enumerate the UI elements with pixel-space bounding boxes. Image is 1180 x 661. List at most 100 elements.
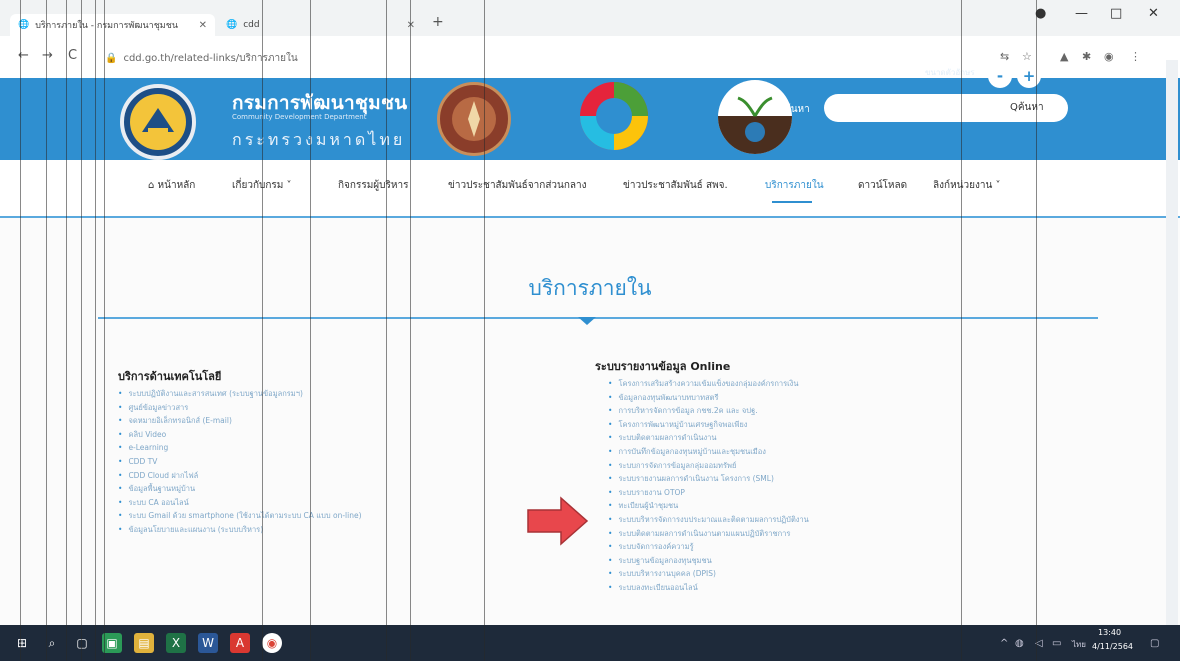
menu-icon[interactable]: ⋮ (1130, 50, 1141, 63)
font-decrease-button[interactable]: - (988, 64, 1012, 88)
drive-icon[interactable]: ▲ (1060, 50, 1068, 63)
home-icon: ⌂ (148, 180, 155, 191)
nav-home[interactable]: ⌂ หน้าหลัก (148, 178, 195, 193)
world-soil-day-logo (718, 80, 792, 154)
list-item[interactable]: ระบบรายงาน OTOP (608, 486, 1028, 500)
scan-line (20, 0, 21, 661)
scan-line (66, 0, 67, 661)
font-size-label: ขนาดตัวอักษร (925, 68, 975, 77)
active-nav-indicator (772, 201, 812, 203)
scrollbar[interactable] (1166, 60, 1178, 625)
reload-icon[interactable]: C (68, 48, 77, 63)
list-item[interactable]: ระบบ CA ออนไลน์ (118, 496, 538, 510)
list-item[interactable]: ข้อมูลกองทุนพัฒนาบทบาทสตรี (608, 391, 1028, 405)
list-item[interactable]: ระบบบริหารจัดการงบประมาณและติดตามผลการปฏ… (608, 513, 1028, 527)
avatar[interactable]: ◉ (1104, 50, 1114, 63)
star-icon[interactable]: ☆ (1022, 50, 1032, 63)
nav-downloads[interactable]: ดาวน์โหลด (858, 178, 907, 193)
list-item[interactable]: ข้อมูลพื้นฐานหมู่บ้าน (118, 482, 538, 496)
pdf-icon[interactable]: A (230, 633, 250, 653)
org-name-english: Community Development Department (232, 113, 367, 121)
list-item[interactable]: ระบบติดตามผลการดำเนินงาน (608, 431, 1028, 445)
list-item[interactable]: e-Learning (118, 441, 538, 455)
scan-line (262, 0, 263, 661)
list-item[interactable]: CDD TV (118, 455, 538, 469)
list-item[interactable]: ระบบติดตามผลการดำเนินงานตามแผนปฏิบัติราช… (608, 527, 1028, 541)
list-item[interactable]: ทะเบียนผู้นำชุมชน (608, 499, 1028, 513)
tab-title: cdd (243, 20, 260, 30)
list-item[interactable]: ระบบการจัดการข้อมูลกลุ่มออมทรัพย์ (608, 459, 1028, 473)
language-indicator[interactable]: ไทย (1072, 638, 1086, 651)
list-item[interactable]: CDD Cloud ฝากไฟล์ (118, 469, 538, 483)
search-icon[interactable]: ⌕ (42, 633, 62, 653)
online-reporting-list: โครงการเสริมสร้างความเข้มแข็งของกลุ่มองค… (608, 377, 1028, 595)
nav-executive-activities[interactable]: กิจกรรมผู้บริหาร (338, 178, 408, 193)
browser-tab-active[interactable]: 🌐 บริการภายใน - กรมการพัฒนาชุมชน ✕ (10, 14, 215, 36)
nav-agency-links[interactable]: ลิงก์หน่วยงาน ˅ (933, 178, 1000, 193)
battery-icon[interactable]: ▭ (1052, 638, 1061, 649)
nav-provincial-news[interactable]: ข่าวประชาสัมพันธ์ สพจ. (623, 178, 728, 193)
nav-internal-services[interactable]: บริการภายใน (765, 178, 824, 193)
translate-icon[interactable]: ⇆ (1000, 50, 1009, 63)
list-item[interactable]: ข้อมูลนโยบายและแผนงาน (ระบบบริหาร) (118, 523, 538, 537)
notification-icon[interactable]: ▢ (1150, 638, 1159, 649)
page-title: บริการภายใน (528, 276, 652, 300)
scan-line (81, 0, 82, 661)
start-icon[interactable]: ⊞ (12, 633, 32, 653)
list-item[interactable]: ระบบ Gmail ด้วย smartphone (ใช้งานได้ตาม… (118, 509, 538, 523)
new-tab-icon[interactable]: + (432, 14, 444, 30)
list-item[interactable]: โครงการเสริมสร้างความเข้มแข็งของกลุ่มองค… (608, 377, 1028, 391)
globe-icon: 🌐 (226, 20, 238, 30)
scan-line (104, 0, 105, 661)
url-field[interactable]: 🔒 cdd.go.th/related-links/บริการภายใน (95, 46, 975, 70)
minimize-icon[interactable]: — (1075, 6, 1088, 21)
scan-line (961, 0, 962, 661)
online-reporting-heading: ระบบรายงานข้อมูล Online (595, 360, 731, 373)
scan-line (95, 0, 96, 661)
excel-icon[interactable]: X (166, 633, 186, 653)
files-icon[interactable]: ▤ (134, 633, 154, 653)
list-item[interactable]: ระบบลงทะเบียนออนไลน์ (608, 581, 1028, 595)
nav-label: หน้าหลัก (157, 180, 196, 191)
word-icon[interactable]: W (198, 633, 218, 653)
list-item[interactable]: ระบบจัดการองค์ความรู้ (608, 540, 1028, 554)
list-item[interactable]: จดหมายอิเล็กทรอนิกส์ (E-mail) (118, 414, 538, 428)
font-increase-button[interactable]: + (1017, 64, 1041, 88)
close-window-icon[interactable]: ✕ (1148, 6, 1159, 21)
tray-chevron-icon[interactable]: ^ (1000, 638, 1008, 649)
list-item[interactable]: โครงการพัฒนาหมู่บ้านเศรษฐกิจพอเพียง (608, 418, 1028, 432)
scan-line (310, 0, 311, 661)
network-icon[interactable]: ◍ (1015, 638, 1024, 649)
tab-title: บริการภายใน - กรมการพัฒนาชุมชน (35, 21, 179, 31)
forward-icon[interactable]: → (42, 48, 53, 63)
list-item[interactable]: การบันทึกข้อมูลกองทุนหมู่บ้านและชุมชนเมื… (608, 445, 1028, 459)
list-item[interactable]: ระบบบริหารงานบุคคล (DPIS) (608, 567, 1028, 581)
maximize-icon[interactable]: □ (1110, 6, 1122, 21)
list-item[interactable]: การบริหารจัดการข้อมูล กชช.2ค และ จปฐ. (608, 404, 1028, 418)
search-button[interactable]: Qค้นหา (1010, 100, 1044, 115)
title-divider (98, 317, 1098, 319)
scan-line (386, 0, 387, 661)
scan-line (46, 0, 47, 661)
department-logo[interactable] (120, 84, 196, 160)
chrome-icon[interactable]: ◉ (262, 633, 282, 653)
tech-services-list: ระบบปฏิบัติงานและสารสนเทศ (ระบบฐานข้อมูล… (118, 387, 538, 537)
red-arrow-annotation (527, 496, 589, 546)
clock-time[interactable]: 13:40 (1098, 628, 1121, 637)
clock-date[interactable]: 4/11/2564 (1092, 642, 1133, 651)
task-view-icon[interactable]: ▢ (72, 633, 92, 653)
url-text: cdd.go.th/related-links/บริการภายใน (123, 52, 298, 64)
list-item[interactable]: ระบบปฏิบัติงานและสารสนเทศ (ระบบฐานข้อมูล… (118, 387, 538, 401)
close-tab-icon[interactable]: ✕ (199, 20, 207, 31)
extensions-icon[interactable]: ✱ (1082, 50, 1091, 63)
store-icon[interactable]: ▣ (102, 633, 122, 653)
list-item[interactable]: ระบบฐานข้อมูลกองทุนชุมชน (608, 554, 1028, 568)
search-label: ค้นหา (784, 104, 810, 115)
sdg-wheel-icon (578, 80, 650, 152)
scan-line (410, 0, 411, 661)
list-item[interactable]: ระบบรายงานผลการดำเนินงาน โครงการ (SML) (608, 472, 1028, 486)
nav-central-news[interactable]: ข่าวประชาสัมพันธ์จากส่วนกลาง (448, 178, 587, 193)
browser-tab[interactable]: 🌐 cdd ✕ (218, 14, 423, 36)
list-item[interactable]: คลิป Video (118, 428, 538, 442)
list-item[interactable]: ศูนย์ข้อมูลข่าวสาร (118, 401, 538, 415)
